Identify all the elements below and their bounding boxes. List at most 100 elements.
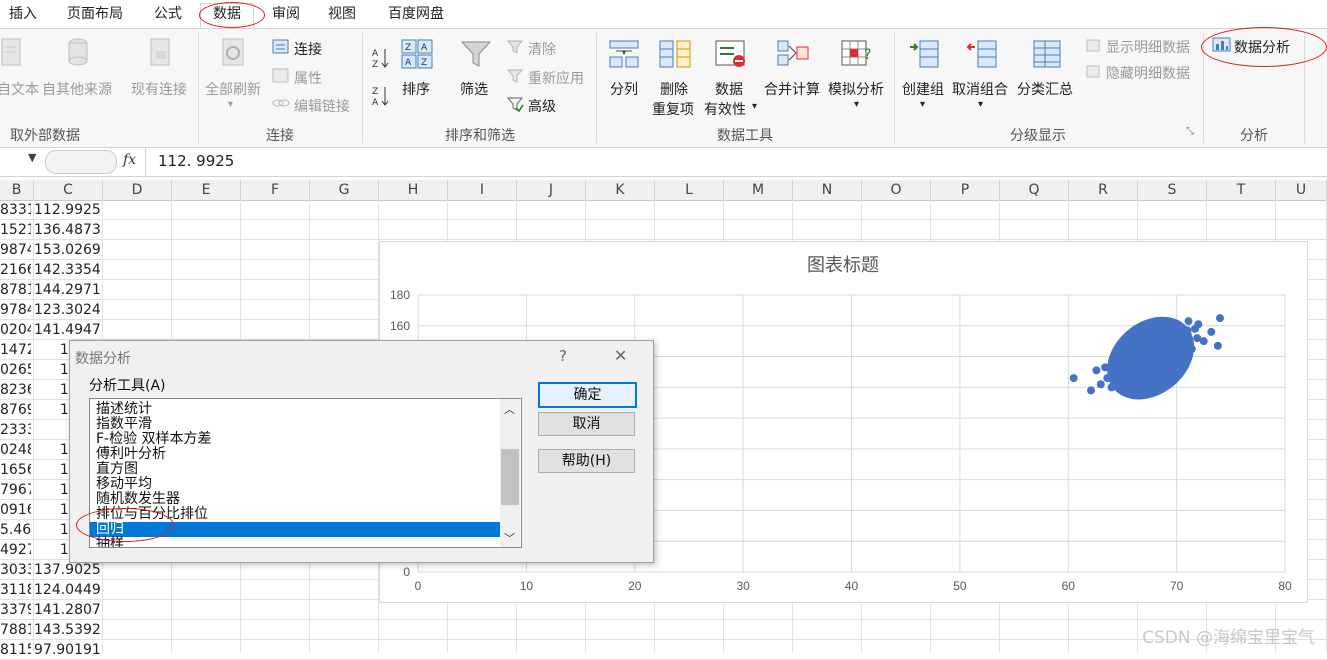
ungroup-button[interactable]: 取消组合 (952, 79, 1008, 99)
clear-button[interactable]: 清除 (528, 39, 556, 59)
column-header-k[interactable]: K (586, 180, 655, 201)
column-header-e[interactable]: E (172, 180, 241, 201)
cell-b[interactable]: 8236 (0, 380, 31, 400)
cell-b[interactable]: 3118 (0, 580, 31, 600)
fx-icon[interactable]: fx (123, 152, 136, 168)
cell-b[interactable]: 9874 (0, 240, 31, 260)
cell-c[interactable]: 137.9025 (34, 560, 100, 580)
cell-b[interactable]: 0916 (0, 500, 31, 520)
list-item[interactable]: 指数平滑 (96, 417, 152, 432)
sort-button[interactable]: 排序 (402, 79, 430, 99)
list-item[interactable]: 傅利叶分析 (96, 447, 166, 462)
cell-c[interactable]: 97.90191 (34, 640, 100, 660)
tab-insert[interactable]: 插入 (3, 4, 43, 26)
cell-b[interactable]: 1656 (0, 460, 31, 480)
cell-b[interactable]: 7967 (0, 480, 31, 500)
cell-c[interactable]: 141.2807 (34, 600, 100, 620)
cell-b[interactable]: 0248 (0, 440, 31, 460)
cell-b[interactable]: 8769 (0, 400, 31, 420)
chevron-down-icon[interactable]: ▼ (28, 151, 36, 164)
remove-duplicates-button[interactable]: 删除 (660, 79, 688, 99)
hide-detail-button[interactable]: 隐藏明细数据 (1106, 63, 1190, 83)
consolidate-button[interactable]: 合并计算 (764, 79, 820, 99)
cell-b[interactable]: 2166 (0, 260, 31, 280)
tab-page-layout[interactable]: 页面布局 (60, 4, 130, 26)
cancel-button[interactable]: 取消 (538, 412, 635, 436)
formula-input[interactable]: 112. 9925 (158, 152, 234, 170)
column-header-l[interactable]: L (655, 180, 724, 201)
cell-c[interactable]: 123.3024 (34, 300, 100, 320)
cell-b[interactable]: 4927 (0, 540, 31, 560)
cell-c[interactable]: 124.0449 (34, 580, 100, 600)
what-if-analysis-button[interactable]: 模拟分析 (828, 79, 884, 99)
subtotal-button[interactable]: 分类汇总 (1017, 79, 1073, 99)
column-header-t[interactable]: T (1207, 180, 1276, 201)
column-header-i[interactable]: I (448, 180, 517, 201)
column-header-o[interactable]: O (862, 180, 931, 201)
scroll-down-icon[interactable]: ﹀ (504, 530, 515, 546)
column-header-n[interactable]: N (793, 180, 862, 201)
cell-b[interactable]: 9784 (0, 300, 31, 320)
column-header-q[interactable]: Q (1000, 180, 1069, 201)
help-button[interactable]: 帮助(H) (538, 449, 635, 473)
cell-b[interactable]: 3379 (0, 600, 31, 620)
cell-b[interactable]: 2333 (0, 420, 31, 440)
tab-baidu-netdisk[interactable]: 百度网盘 (382, 4, 450, 26)
from-text-button[interactable]: 自文本 (0, 79, 39, 99)
cell-b[interactable]: 8331 (0, 200, 31, 220)
column-header-j[interactable]: J (517, 180, 586, 201)
cell-c[interactable]: 141.4947 (34, 320, 100, 340)
list-scrollbar-thumb[interactable] (501, 449, 519, 505)
close-icon[interactable]: ✕ (614, 346, 627, 365)
scroll-up-icon[interactable]: ︿ (504, 401, 515, 417)
column-header-u[interactable]: U (1276, 180, 1327, 201)
list-item[interactable]: 直方图 (96, 462, 138, 477)
column-header-h[interactable]: H (379, 180, 448, 201)
column-header-p[interactable]: P (931, 180, 1000, 201)
column-header-m[interactable]: M (724, 180, 793, 201)
column-header-c[interactable]: C (34, 180, 103, 201)
list-item[interactable]: 描述统计 (96, 402, 152, 417)
column-header-f[interactable]: F (241, 180, 310, 201)
tab-view[interactable]: 视图 (322, 4, 362, 26)
data-validation-button[interactable]: 数据 (715, 79, 743, 99)
existing-connections-button[interactable]: 现有连接 (131, 79, 187, 99)
cell-b[interactable]: 0265 (0, 360, 31, 380)
cell-b[interactable]: 3033 (0, 560, 31, 580)
column-header-d[interactable]: D (103, 180, 172, 201)
formula-bar-expander[interactable] (45, 150, 117, 174)
cell-c[interactable]: 136.4873 (34, 220, 100, 240)
ok-button[interactable]: 确定 (538, 382, 637, 408)
refresh-all-button[interactable]: 全部刷新 (205, 79, 261, 99)
filter-button[interactable]: 筛选 (460, 79, 488, 99)
column-header-b[interactable]: B (0, 180, 34, 201)
tab-formulas[interactable]: 公式 (148, 4, 188, 26)
list-item[interactable]: 移动平均 (96, 477, 152, 492)
group-button[interactable]: 创建组 (902, 79, 944, 99)
edit-links-button[interactable]: 编辑链接 (294, 96, 350, 116)
cell-b[interactable]: 8115 (0, 640, 31, 660)
cell-c[interactable]: 144.2971 (34, 280, 100, 300)
advanced-button[interactable]: 高级 (528, 96, 556, 116)
cell-b[interactable]: 5.461 (0, 520, 31, 540)
properties-button[interactable]: 属性 (294, 68, 322, 88)
reapply-button[interactable]: 重新应用 (528, 68, 584, 88)
dialog-launcher-icon[interactable]: ⤡ (1186, 126, 1194, 137)
cell-c[interactable]: 153.0269 (34, 240, 100, 260)
cell-c[interactable]: 142.3354 (34, 260, 100, 280)
cell-b[interactable]: 8781 (0, 280, 31, 300)
column-header-s[interactable]: S (1138, 180, 1207, 201)
from-other-sources-button[interactable]: 自其他来源 (42, 79, 112, 99)
cell-c[interactable]: 143.5392 (34, 620, 100, 640)
cell-b[interactable]: 7881 (0, 620, 31, 640)
list-item[interactable]: F-检验 双样本方差 (96, 432, 212, 447)
help-question-icon[interactable]: ? (559, 347, 567, 365)
show-detail-button[interactable]: 显示明细数据 (1106, 37, 1190, 57)
cell-b[interactable]: 0204 (0, 320, 31, 340)
list-item[interactable]: 随机数发生器 (96, 492, 180, 507)
cell-b[interactable]: 1472 (0, 340, 31, 360)
connections-button[interactable]: 连接 (294, 39, 322, 59)
cell-b[interactable]: 1521 (0, 220, 31, 240)
column-header-r[interactable]: R (1069, 180, 1138, 201)
text-to-columns-button[interactable]: 分列 (610, 79, 638, 99)
